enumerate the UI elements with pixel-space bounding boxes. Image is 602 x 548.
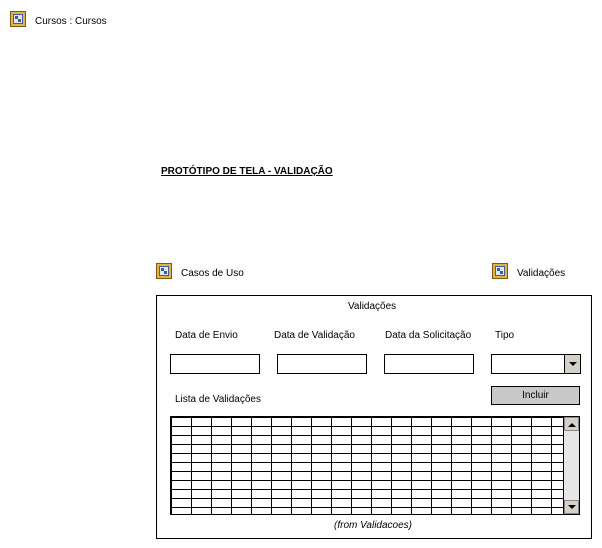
- add-button[interactable]: Incluir: [491, 386, 580, 405]
- validations-diagram-icon[interactable]: [492, 263, 508, 279]
- dropdown-arrow-icon[interactable]: [564, 355, 580, 373]
- use-cases-link[interactable]: Casos de Uso: [181, 268, 244, 279]
- list-label: Lista de Validações: [175, 394, 261, 405]
- data-envio-input[interactable]: [170, 354, 260, 374]
- data-solicitacao-input[interactable]: [384, 354, 474, 374]
- diagram-icon: [10, 11, 26, 27]
- data-solicitacao-label: Data da Solicitação: [385, 330, 472, 341]
- tipo-select[interactable]: [491, 354, 581, 374]
- footer-note: (from Validacoes): [334, 520, 412, 531]
- diagram-label: Cursos : Cursos: [35, 16, 107, 27]
- tipo-label: Tipo: [495, 330, 515, 341]
- validations-link[interactable]: Validações: [517, 268, 565, 279]
- data-envio-label: Data de Envio: [175, 330, 238, 341]
- vertical-scrollbar[interactable]: [563, 417, 579, 514]
- form-title: Validações: [348, 301, 397, 312]
- scroll-up-icon[interactable]: [564, 417, 579, 431]
- validations-list-grid[interactable]: [170, 416, 580, 515]
- page-title: PROTÓTIPO DE TELA - VALIDAÇÃO: [161, 166, 333, 177]
- scroll-down-icon[interactable]: [564, 500, 579, 514]
- data-validacao-label: Data de Validação: [274, 330, 355, 341]
- data-validacao-input[interactable]: [277, 354, 367, 374]
- use-case-diagram-icon[interactable]: [156, 263, 172, 279]
